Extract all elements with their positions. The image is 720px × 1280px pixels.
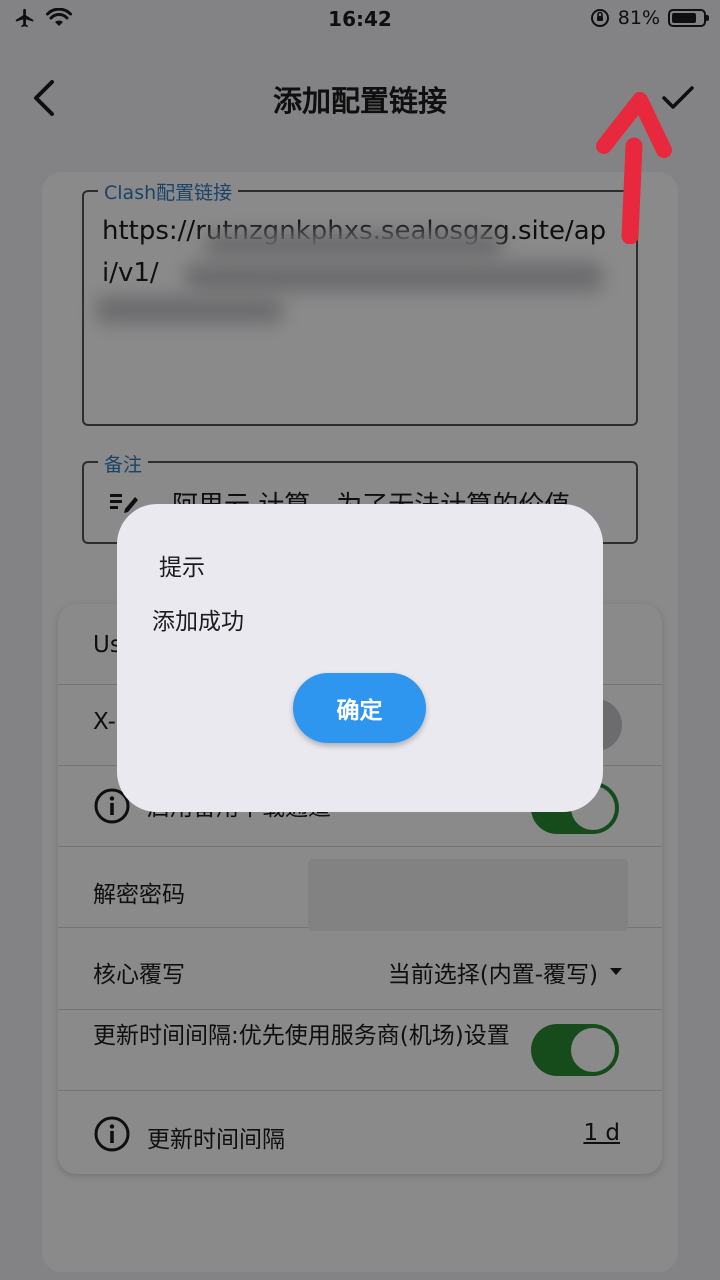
annotation-arrow-icon xyxy=(596,92,672,244)
dialog-message: 添加成功 xyxy=(152,609,244,635)
dialog-title: 提示 xyxy=(159,555,205,581)
dialog-ok-button[interactable]: 确定 xyxy=(293,673,426,743)
alert-dialog: 提示 添加成功 确定 xyxy=(117,504,603,812)
